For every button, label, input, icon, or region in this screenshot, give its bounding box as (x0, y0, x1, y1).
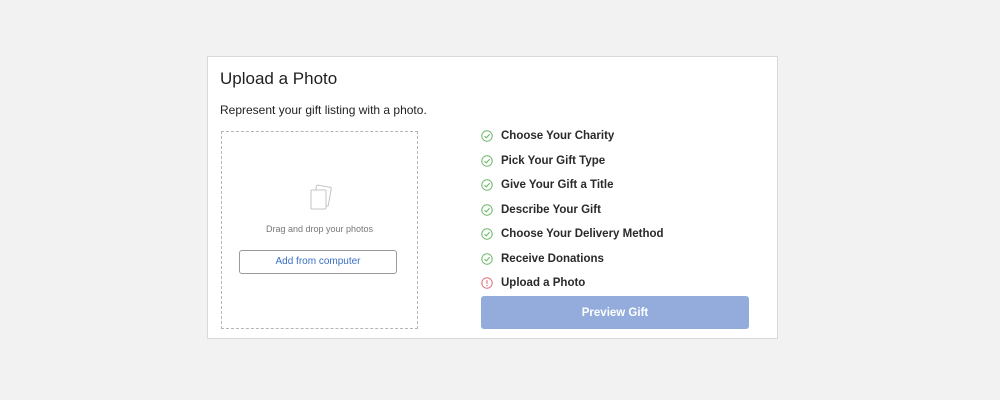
step-choose-charity[interactable]: Choose Your Charity (481, 124, 664, 149)
steps-checklist: Choose Your Charity Pick Your Gift Type … (481, 124, 664, 296)
step-upload-photo[interactable]: Upload a Photo (481, 271, 664, 296)
step-receive-donations[interactable]: Receive Donations (481, 247, 664, 272)
step-delivery-method[interactable]: Choose Your Delivery Method (481, 222, 664, 247)
check-circle-icon (481, 204, 493, 216)
photo-dropzone[interactable]: Drag and drop your photos Add from compu… (221, 131, 418, 329)
add-from-computer-button[interactable]: Add from computer (239, 250, 397, 274)
dropzone-text: Drag and drop your photos (265, 224, 374, 234)
upload-photo-card: Upload a Photo Represent your gift listi… (207, 56, 778, 339)
step-give-title[interactable]: Give Your Gift a Title (481, 173, 664, 198)
card-title: Upload a Photo (220, 69, 338, 88)
check-circle-icon (481, 228, 493, 240)
preview-gift-button[interactable]: Preview Gift (481, 296, 749, 329)
check-circle-icon (481, 253, 493, 265)
photos-icon (310, 184, 332, 210)
step-label: Receive Donations (501, 252, 604, 265)
step-label: Upload a Photo (501, 277, 586, 290)
check-circle-icon (481, 179, 493, 191)
check-circle-icon (481, 155, 493, 167)
step-label: Pick Your Gift Type (501, 154, 606, 167)
step-label: Describe Your Gift (501, 203, 601, 216)
alert-circle-icon (481, 277, 493, 289)
check-circle-icon (481, 130, 493, 142)
step-label: Choose Your Charity (501, 130, 615, 143)
step-label: Choose Your Delivery Method (501, 228, 664, 241)
card-subtitle: Represent your gift listing with a photo… (220, 103, 427, 117)
step-label: Give Your Gift a Title (501, 179, 614, 192)
step-describe-gift[interactable]: Describe Your Gift (481, 198, 664, 223)
step-pick-gift-type[interactable]: Pick Your Gift Type (481, 149, 664, 174)
